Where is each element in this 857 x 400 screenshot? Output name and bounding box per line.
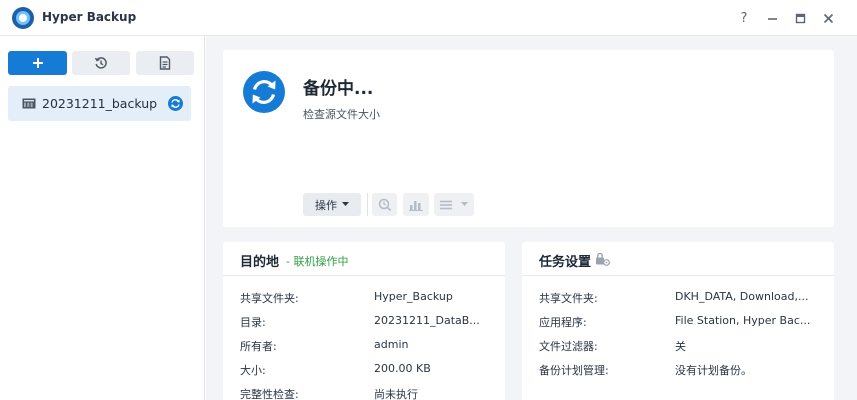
- main-scrollbar[interactable]: [848, 36, 857, 400]
- row-value: File Station, Hyper Bac...: [675, 314, 811, 327]
- maximize-icon: [795, 13, 805, 23]
- statistics-icon: [409, 200, 423, 211]
- row-label: 目录:: [240, 316, 266, 329]
- row-label: 文件过滤器:: [539, 340, 598, 353]
- caret-down-icon: [342, 202, 349, 206]
- destination-status: - 联机操作中: [286, 255, 349, 268]
- row-value: DKH_DATA, Download,...: [675, 290, 809, 303]
- task-settings-title: 任务设置: [539, 255, 592, 270]
- status-title: 备份中...: [303, 79, 374, 99]
- info-row: 文件过滤器: 关: [522, 334, 834, 356]
- log-button[interactable]: [136, 51, 194, 75]
- info-row: 共享文件夹: DKH_DATA, Download,...: [522, 286, 834, 308]
- info-row: 共享文件夹: Hyper_Backup: [223, 286, 505, 308]
- more-menu-button[interactable]: [434, 193, 474, 216]
- row-value: admin: [374, 338, 409, 351]
- close-icon: [823, 13, 833, 23]
- task-settings-header: 任务设置: [522, 242, 834, 276]
- info-row: 目录: 20231211_DataB...: [223, 310, 505, 332]
- backup-task-icon: [22, 98, 36, 109]
- row-label: 应用程序:: [539, 316, 587, 329]
- window-title: Hyper Backup: [42, 10, 137, 24]
- restore-history-icon: [94, 57, 107, 69]
- row-value: 尚未执行: [374, 388, 418, 400]
- row-value: 关: [675, 340, 686, 353]
- statistics-button[interactable]: [403, 193, 429, 216]
- info-row: 完整性检查: 尚未执行: [223, 382, 505, 400]
- close-button[interactable]: [818, 8, 838, 28]
- lock-settings-icon: [596, 252, 610, 266]
- row-label: 共享文件夹:: [240, 292, 299, 305]
- task-name: 20231211_backup: [42, 96, 158, 111]
- task-settings-card: 任务设置 共享文件夹: DKH_DATA, Download,... 应用程序:…: [522, 242, 834, 400]
- list-menu-icon: [440, 200, 452, 209]
- backup-in-progress-icon: [243, 71, 285, 113]
- action-button-label: 操作: [315, 198, 337, 212]
- status-subtitle: 检查源文件大小: [303, 108, 380, 121]
- info-row: 大小: 200.00 KB: [223, 358, 505, 380]
- task-list-item[interactable]: 20231211_backup: [8, 86, 191, 121]
- destination-title: 目的地: [240, 255, 280, 270]
- row-label: 所有者:: [240, 340, 277, 353]
- destination-header: 目的地 - 联机操作中: [223, 242, 505, 276]
- title-bar: Hyper Backup ?: [0, 0, 857, 36]
- help-button[interactable]: ?: [734, 8, 754, 28]
- log-icon: [159, 56, 171, 70]
- row-value: 20231211_DataB...: [374, 314, 480, 327]
- plus-icon: [32, 58, 43, 68]
- info-row: 备份计划管理: 没有计划备份。: [522, 358, 834, 380]
- caret-down-icon: [461, 202, 468, 206]
- minimize-button[interactable]: [762, 8, 782, 28]
- info-row: 所有者: admin: [223, 334, 505, 356]
- row-value: Hyper_Backup: [374, 290, 453, 303]
- row-label: 共享文件夹:: [539, 292, 598, 305]
- minimize-icon: [767, 17, 777, 20]
- hyper-backup-logo-icon: [12, 7, 34, 29]
- row-value: 200.00 KB: [374, 362, 431, 375]
- maximize-button[interactable]: [790, 8, 810, 28]
- main-panel: 备份中... 检查源文件大小 操作 目的地 - 联机操作中 共享文件夹: Hyp…: [206, 36, 857, 400]
- action-menu-button[interactable]: 操作: [303, 193, 361, 216]
- row-label: 大小:: [240, 364, 266, 377]
- row-value: 没有计划备份。: [675, 364, 752, 377]
- info-row: 应用程序: File Station, Hyper Bac...: [522, 310, 834, 332]
- toolbar-divider: [367, 193, 368, 216]
- version-browser-button[interactable]: [372, 193, 397, 216]
- restore-button[interactable]: [72, 51, 130, 75]
- backup-status-card: 备份中... 检查源文件大小 操作: [223, 50, 834, 227]
- row-label: 备份计划管理:: [539, 364, 609, 377]
- task-sidebar: 20231211_backup: [0, 36, 205, 400]
- syncing-icon: [168, 96, 183, 111]
- destination-card: 目的地 - 联机操作中 共享文件夹: Hyper_Backup 目录: 2023…: [223, 242, 505, 400]
- version-browser-icon: [378, 198, 391, 211]
- row-label: 完整性检查:: [240, 388, 299, 400]
- create-task-button[interactable]: [8, 51, 67, 75]
